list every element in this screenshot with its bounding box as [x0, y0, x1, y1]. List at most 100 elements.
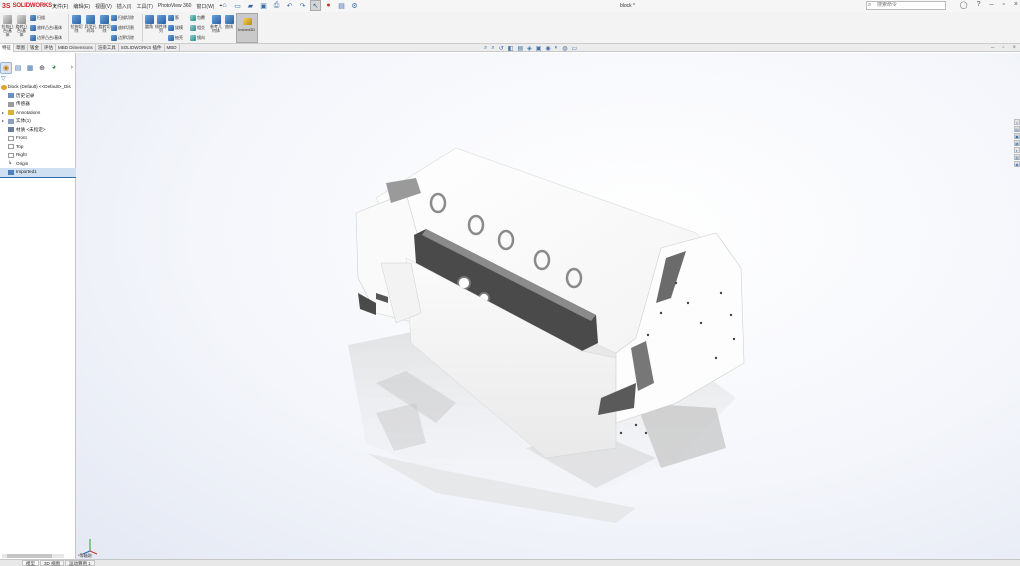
- menu-photoview[interactable]: PhotoView 360: [158, 3, 192, 10]
- search-box[interactable]: ⌕: [866, 1, 946, 10]
- reference-geometry-button[interactable]: 参考几何体: [210, 15, 222, 33]
- menu-view[interactable]: 视图(V): [95, 3, 112, 10]
- hole-wizard-button[interactable]: 异型孔向导: [84, 15, 97, 33]
- menu-insert[interactable]: 插入(I): [117, 3, 132, 10]
- tab-model[interactable]: 模型: [22, 560, 39, 566]
- close-icon[interactable]: ×: [1014, 1, 1018, 9]
- swept-cut-button[interactable]: 扫描切除: [111, 15, 134, 21]
- design-library-icon[interactable]: ▤: [1014, 126, 1020, 132]
- view-palette-icon[interactable]: ▦: [1014, 140, 1020, 146]
- close-icon[interactable]: ×: [1012, 45, 1016, 51]
- display-manager-tab-icon[interactable]: ◕: [49, 63, 59, 73]
- zoom-area-icon[interactable]: ⌕: [491, 45, 494, 52]
- graphics-area[interactable]: *等轴测 ⌂ ▤ ▣ ▦ ◐ ▥ ◉: [76, 53, 1020, 559]
- menu-edit[interactable]: 编辑(E): [73, 3, 90, 10]
- tree-item-material[interactable]: 材质 <未指定>: [0, 126, 76, 135]
- search-input[interactable]: [877, 2, 945, 8]
- select-arrow-icon[interactable]: ↖: [310, 0, 321, 11]
- tree-item-top-plane[interactable]: Top: [0, 143, 76, 152]
- tab-mbd-dimensions[interactable]: MBD Dimensions: [56, 43, 96, 52]
- menu-window[interactable]: 窗口(W): [196, 3, 214, 10]
- wrap-button[interactable]: 包覆: [190, 15, 205, 21]
- tab-render-tools[interactable]: 渲染工具: [96, 43, 119, 52]
- view-settings-icon[interactable]: ▭: [572, 45, 578, 52]
- horizontal-scrollbar[interactable]: [2, 554, 64, 558]
- tab-sheet-metal[interactable]: 钣金: [28, 43, 42, 52]
- restore-icon[interactable]: ▫: [1002, 45, 1004, 51]
- configuration-manager-tab-icon[interactable]: ▦: [25, 63, 35, 73]
- minimize-icon[interactable]: –: [991, 45, 994, 51]
- forum-icon[interactable]: ◉: [1014, 161, 1020, 167]
- revolved-boss-button[interactable]: 旋转凸台/基体: [15, 15, 28, 37]
- extruded-cut-button[interactable]: 拉伸切除: [70, 15, 83, 33]
- hide-show-items-icon[interactable]: ◉: [545, 45, 550, 52]
- zoom-to-fit-icon[interactable]: ⌕: [484, 45, 487, 52]
- shell-button[interactable]: 抽壳: [168, 35, 183, 41]
- new-document-icon[interactable]: ▭: [233, 1, 242, 10]
- tree-root[interactable]: block (Default) <<Default>_Dis: [0, 83, 76, 92]
- tree-item-history[interactable]: 历史记录: [0, 92, 76, 101]
- apply-scene-icon[interactable]: ◍: [562, 45, 567, 52]
- redo-icon[interactable]: ↷: [298, 1, 307, 10]
- save-icon[interactable]: ▣: [259, 1, 268, 10]
- file-explorer-icon[interactable]: ▣: [1014, 133, 1020, 139]
- instant3d-button[interactable]: Instant3D: [236, 13, 258, 43]
- section-view-icon[interactable]: ◧: [508, 45, 514, 52]
- lofted-cut-button[interactable]: 放样切割: [111, 25, 134, 31]
- extruded-boss-button[interactable]: 拉伸凸台/基体: [1, 15, 14, 37]
- tree-item-solid-bodies[interactable]: ▸ 实体(1): [0, 117, 76, 126]
- help-icon[interactable]: ?: [977, 1, 981, 9]
- intersect-button[interactable]: 相交: [190, 25, 205, 31]
- view-orientation-icon[interactable]: ◈: [527, 45, 532, 52]
- print-icon[interactable]: ⎙: [272, 1, 281, 10]
- tab-mbd[interactable]: MBD: [165, 43, 180, 52]
- revolved-cut-button[interactable]: 旋转切除: [98, 15, 111, 33]
- tree-item-sensors[interactable]: 传感器: [0, 100, 76, 109]
- engine-block-model[interactable]: [76, 53, 1020, 559]
- tree-item-front-plane[interactable]: Front: [0, 134, 76, 143]
- tab-3d-views[interactable]: 3D 视图: [40, 560, 65, 566]
- rebuild-icon[interactable]: ●: [324, 1, 333, 10]
- menu-tools[interactable]: 工具(T): [136, 3, 152, 10]
- edit-appearance-icon[interactable]: ◐: [555, 45, 559, 52]
- tree-item-right-plane[interactable]: Right: [0, 151, 76, 160]
- minimize-icon[interactable]: –: [990, 1, 994, 9]
- solidworks-resources-icon[interactable]: ⌂: [1014, 119, 1020, 125]
- tab-evaluate[interactable]: 评估: [42, 43, 56, 52]
- tree-item-origin[interactable]: ↳ Origin: [0, 160, 76, 169]
- linear-pattern-button[interactable]: 线性阵列: [155, 15, 167, 33]
- scrollbar-thumb[interactable]: [7, 554, 52, 558]
- undo-icon[interactable]: ↶: [285, 1, 294, 10]
- restore-icon[interactable]: ▫: [1002, 1, 1004, 9]
- mirror-button[interactable]: 镜向: [190, 35, 205, 41]
- filter-icon[interactable]: ▽: [1, 75, 6, 82]
- tab-solidworks-addins[interactable]: SOLIDWORKS 插件: [119, 43, 165, 52]
- solidworks-logo[interactable]: 3S SOLIDWORKS ▸: [0, 3, 56, 10]
- boundary-boss-button[interactable]: 边界凸台/基体: [30, 35, 62, 41]
- expand-arrow-icon[interactable]: ▸: [2, 109, 4, 118]
- feature-manager-tab-icon[interactable]: ◉: [0, 61, 12, 74]
- chevron-right-icon[interactable]: ›: [71, 64, 73, 71]
- expand-arrow-icon[interactable]: ▸: [2, 117, 4, 126]
- dynamic-annotation-icon[interactable]: ▤: [517, 45, 523, 52]
- custom-properties-icon[interactable]: ▥: [1014, 154, 1020, 160]
- property-manager-tab-icon[interactable]: ▤: [13, 63, 23, 73]
- lofted-boss-button[interactable]: 放样凸台/基体: [30, 25, 62, 31]
- user-icon[interactable]: ◯: [960, 1, 968, 9]
- boundary-cut-button[interactable]: 边界切除: [111, 35, 134, 41]
- tree-item-annotations[interactable]: ▸ Annotations: [0, 109, 76, 118]
- curves-button[interactable]: 曲线: [223, 15, 235, 29]
- rollback-bar[interactable]: [0, 177, 76, 178]
- tab-sketch[interactable]: 草图: [14, 43, 28, 52]
- previous-view-icon[interactable]: ↺: [499, 45, 504, 52]
- fillet-button[interactable]: 圆角: [143, 15, 155, 29]
- open-folder-icon[interactable]: ▰: [246, 1, 255, 10]
- menu-file[interactable]: 文件(F): [52, 3, 68, 10]
- tab-motion-study[interactable]: 运动算例 1: [65, 560, 95, 566]
- swept-boss-button[interactable]: 扫描: [30, 15, 45, 21]
- dimxpert-tab-icon[interactable]: ⊕: [37, 63, 47, 73]
- tab-features[interactable]: 特征: [0, 43, 14, 52]
- file-properties-icon[interactable]: ▤: [337, 1, 346, 10]
- appearances-icon[interactable]: ◐: [1014, 147, 1020, 153]
- options-gear-icon[interactable]: ⚙: [350, 1, 359, 10]
